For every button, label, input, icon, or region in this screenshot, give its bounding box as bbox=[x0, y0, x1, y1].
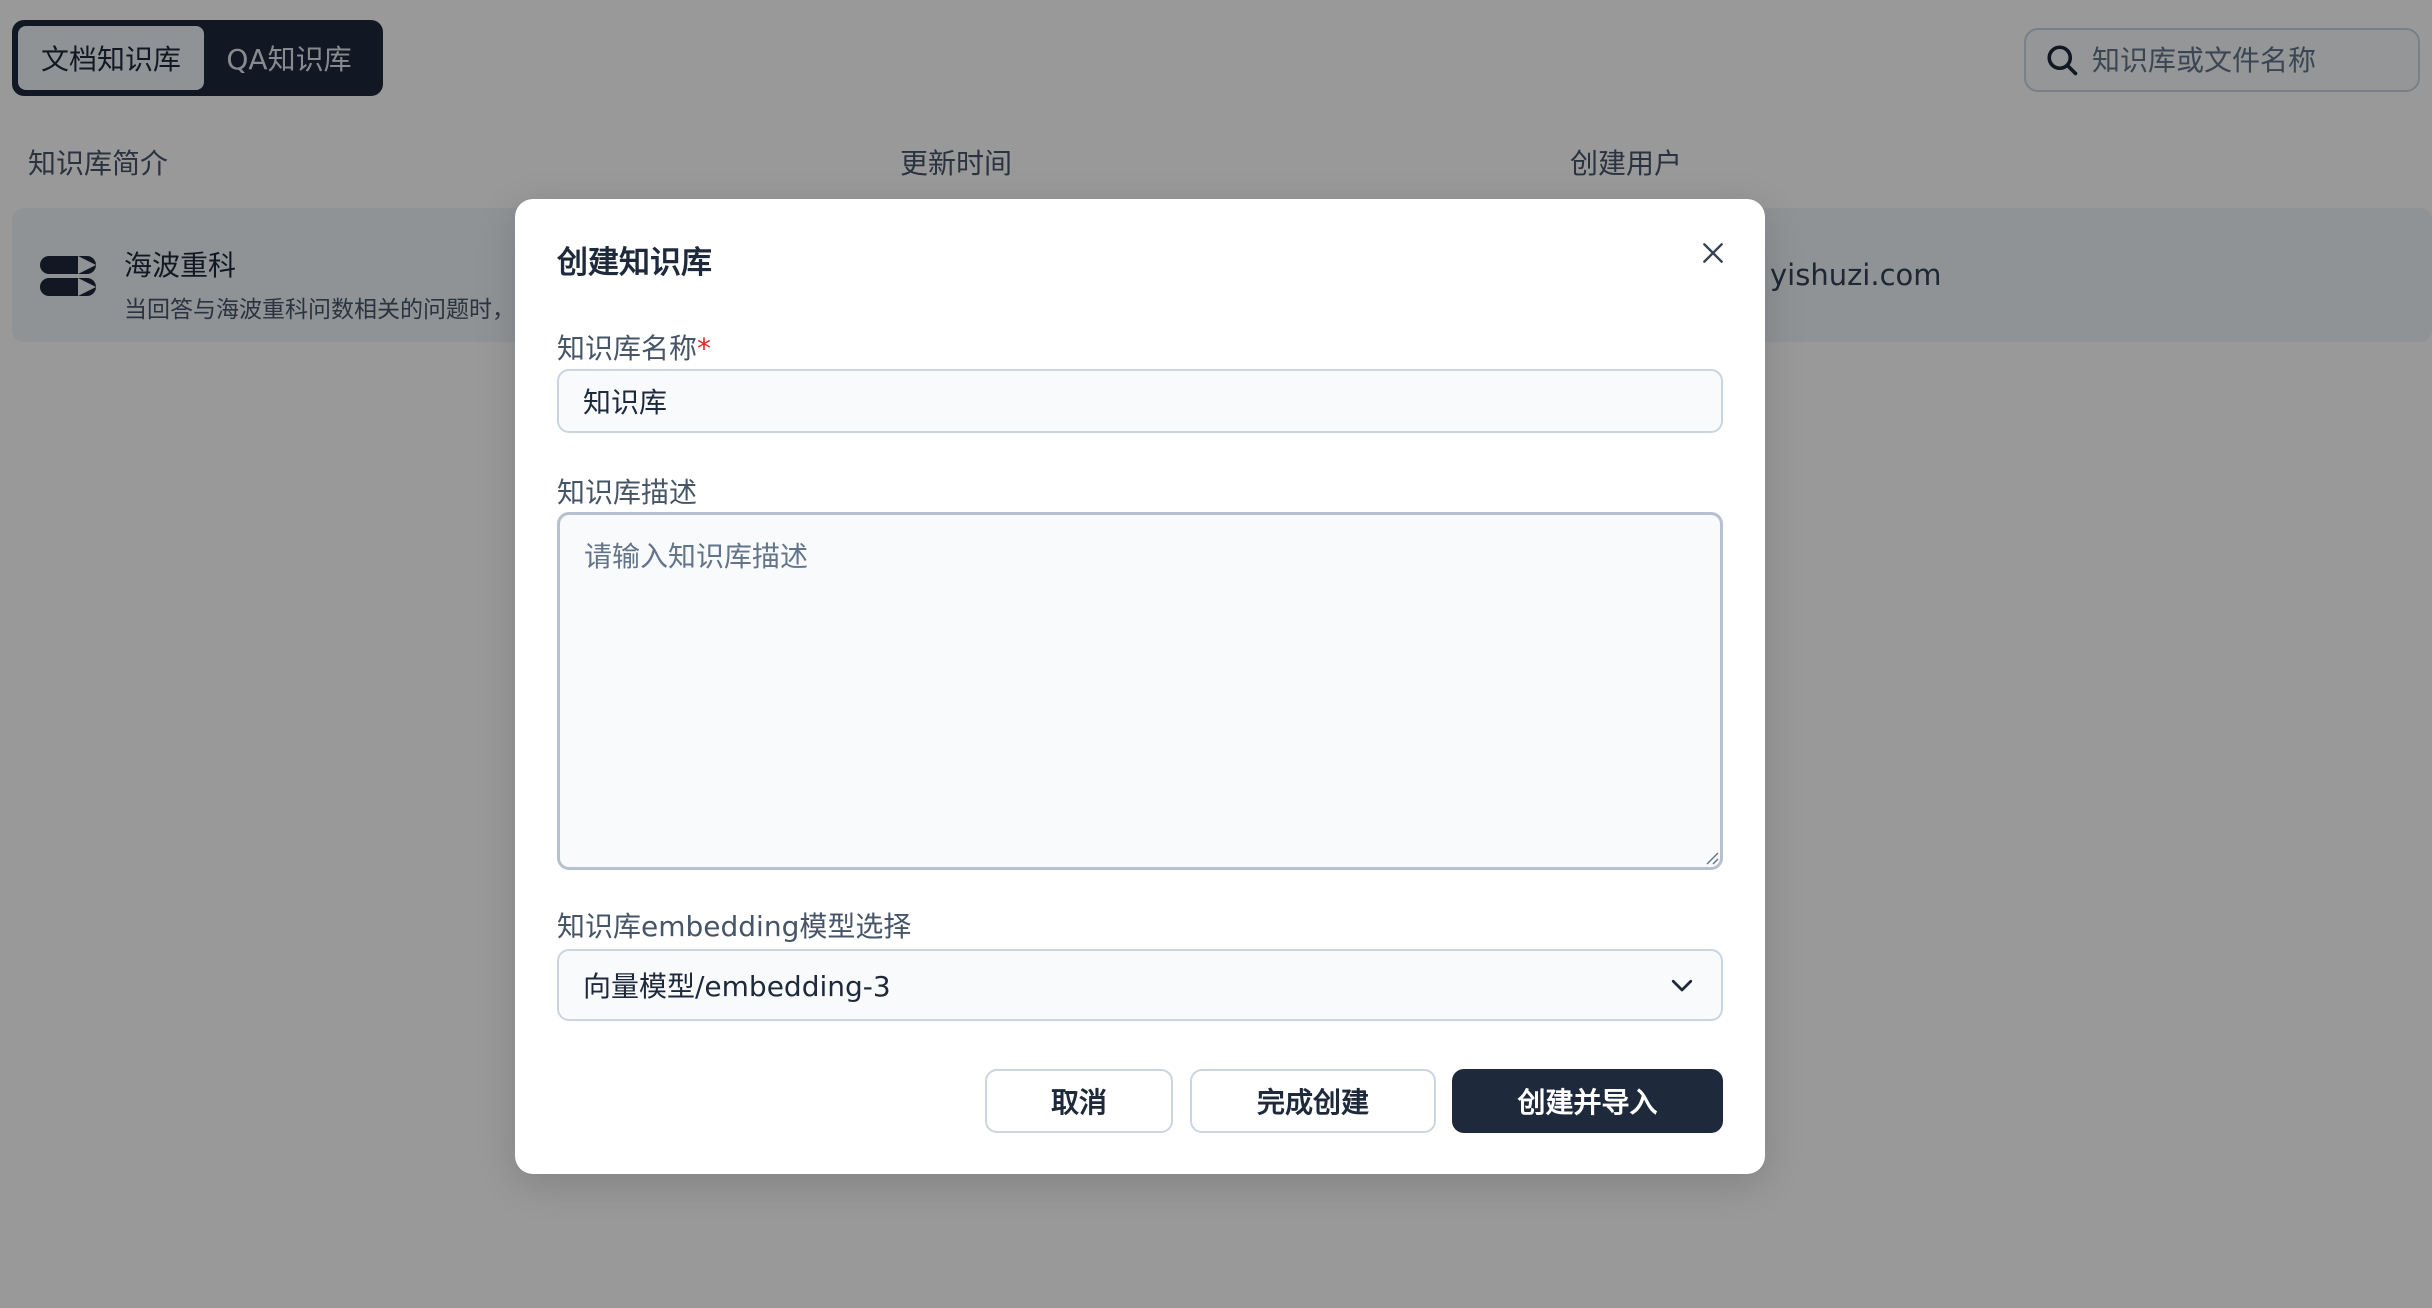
kb-name-input[interactable] bbox=[557, 369, 1723, 433]
description-label: 知识库描述 bbox=[557, 476, 698, 509]
resize-handle-icon[interactable] bbox=[1703, 849, 1719, 865]
kb-description-textarea[interactable] bbox=[557, 512, 1723, 870]
cancel-button[interactable]: 取消 bbox=[985, 1069, 1173, 1133]
create-and-import-button[interactable]: 创建并导入 bbox=[1452, 1069, 1723, 1133]
close-button[interactable] bbox=[1695, 235, 1731, 271]
dialog-title: 创建知识库 bbox=[557, 245, 712, 281]
chevron-down-icon bbox=[1671, 979, 1693, 992]
name-label-text: 知识库名称 bbox=[557, 332, 698, 365]
knowledge-base-page: 文档知识库 QA知识库 知识库简介 更新时间 创建用户 海波重科 当回答与海波重… bbox=[0, 0, 2432, 1308]
required-mark: * bbox=[697, 332, 712, 365]
embedding-model-select[interactable]: 向量模型/embedding-3 bbox=[557, 949, 1723, 1021]
model-label: 知识库embedding模型选择 bbox=[557, 910, 912, 943]
close-icon bbox=[1703, 243, 1723, 263]
name-label: 知识库名称* bbox=[557, 327, 711, 367]
create-kb-dialog: 创建知识库 知识库名称* 知识库描述 知识库embedding模型选择 向量模型… bbox=[515, 199, 1765, 1174]
embedding-model-value: 向量模型/embedding-3 bbox=[583, 970, 891, 1003]
finish-create-button[interactable]: 完成创建 bbox=[1190, 1069, 1436, 1133]
